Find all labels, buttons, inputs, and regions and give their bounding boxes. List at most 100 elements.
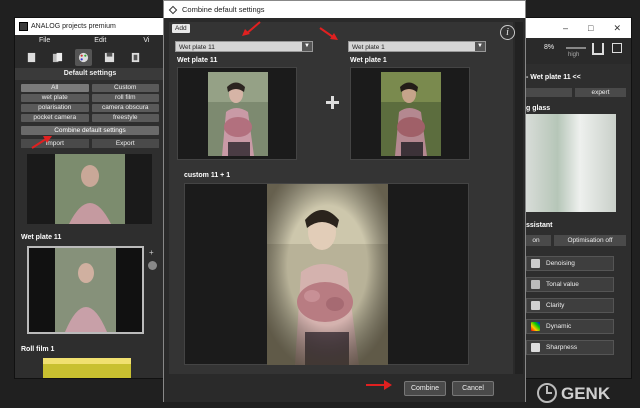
genk-watermark-logo: GENK	[537, 383, 611, 403]
denoising-button[interactable]: Denoising	[526, 256, 614, 271]
optimisation-off-button[interactable]: Optimisation off	[554, 235, 626, 246]
denoising-label: Denoising	[546, 260, 575, 267]
right-preset-dropdown[interactable]: Wet plate 1 ▼	[348, 41, 486, 52]
preset-custom[interactable]: Custom	[91, 84, 159, 92]
result-preview-photo	[267, 184, 388, 365]
sharpness-icon	[531, 343, 540, 352]
minimize-button[interactable]: –	[563, 23, 568, 33]
add-preset-icon[interactable]: +	[149, 248, 158, 257]
combined-result-preview	[184, 183, 469, 365]
dynamic-label: Dynamic	[546, 323, 572, 330]
left-preset-dropdown-value: Wet plate 11	[179, 44, 215, 51]
preset-thumbnail-roll-film-1[interactable]	[43, 358, 131, 378]
right-app-titlebar: – □ ✕	[516, 18, 631, 38]
right-preset-label: Wet plate 1	[350, 57, 387, 64]
export-button[interactable]: Export	[91, 139, 159, 148]
preset-freestyle[interactable]: freestyle	[91, 114, 159, 122]
chevron-down-icon: ▼	[475, 42, 485, 51]
preset-camera-obscura[interactable]: camera obscura	[91, 104, 159, 112]
clarity-button[interactable]: Clarity	[526, 298, 614, 313]
magnifying-glass-label: g glass	[526, 105, 551, 112]
quality-label: high	[568, 52, 580, 58]
maximize-button[interactable]: □	[588, 23, 593, 33]
preset-roll-film[interactable]: roll film	[91, 94, 159, 102]
preset-polarisation[interactable]: polarisation	[21, 104, 89, 112]
left-preview-photo	[208, 72, 268, 156]
menu-file[interactable]: File	[39, 37, 50, 44]
left-preset-label: Wet plate 11	[177, 57, 218, 64]
thumb-label-wet-plate-11: Wet plate 11	[21, 234, 62, 241]
right-preset-dropdown-value: Wet plate 1	[352, 44, 385, 51]
preset-filter-grid: All Custom wet plate roll film polarisat…	[15, 80, 165, 124]
preset-pocket-camera[interactable]: pocket camera	[21, 114, 89, 122]
clarity-icon	[531, 301, 540, 310]
annotation-arrow-left-dropdown	[242, 21, 261, 36]
annotation-arrow-right-dropdown	[319, 27, 338, 40]
plus-icon	[326, 96, 339, 109]
clarity-label: Clarity	[546, 302, 565, 309]
tonal-value-icon	[531, 280, 540, 289]
combine-button[interactable]: Combine	[404, 381, 446, 396]
left-app-window: ANALOG projects premium File Edit Vi Def…	[14, 17, 166, 379]
preset-all[interactable]: All	[21, 84, 89, 92]
left-preset-preview	[177, 67, 297, 160]
tab-expert[interactable]: expert	[575, 88, 626, 97]
dialog-app-icon	[168, 5, 178, 14]
denoising-icon	[531, 259, 540, 268]
pages-icon[interactable]	[49, 49, 66, 66]
zoom-value: 8%	[544, 44, 555, 51]
close-button[interactable]: ✕	[613, 23, 621, 34]
right-preview-photo	[381, 72, 441, 156]
menu-edit[interactable]: Edit	[94, 37, 106, 44]
dynamic-button[interactable]: Dynamic	[526, 319, 614, 334]
palette-icon[interactable]	[75, 48, 92, 66]
zoom-slider[interactable]	[566, 47, 586, 49]
save-icon[interactable]	[101, 49, 118, 66]
assistant-controls: on Optimisation off	[521, 235, 626, 246]
result-preset-label: custom 11 + 1	[184, 172, 231, 179]
right-tabs: expert	[521, 88, 626, 97]
preset-wet-plate[interactable]: wet plate	[21, 94, 89, 102]
dialog-body: Add Wet plate 11 ▼ Wet plate 1 ▼ Wet pla…	[169, 22, 513, 374]
sharpness-button[interactable]: Sharpness	[526, 340, 614, 355]
tab-basic[interactable]	[521, 88, 572, 97]
right-app-window: – □ ✕ 8% high - Wet plate 11 << expert g…	[515, 17, 632, 379]
menu-view[interactable]: Vi	[143, 37, 149, 44]
magnifier-preview	[526, 114, 616, 212]
left-app-titlebar: ANALOG projects premium	[15, 18, 165, 35]
cancel-button[interactable]: Cancel	[452, 381, 494, 396]
dialog-titlebar: Combine default settings	[164, 1, 525, 18]
sharpness-label: Sharpness	[546, 344, 578, 351]
right-toolbar: 8% high	[516, 38, 631, 64]
dialog-footer: Combine Cancel	[164, 375, 525, 402]
left-preset-dropdown[interactable]: Wet plate 11 ▼	[175, 41, 313, 52]
annotation-arrow-combine-button	[366, 380, 392, 390]
dynamic-icon	[531, 322, 540, 331]
left-toolbar	[15, 46, 165, 68]
right-preset-preview	[350, 67, 470, 160]
thumb-label-roll-film-1: Roll film 1	[21, 346, 55, 353]
dialog-scrollbar[interactable]	[515, 22, 523, 374]
film-icon[interactable]	[127, 49, 144, 66]
assistant-label: ssistant	[526, 222, 553, 229]
page-icon[interactable]	[23, 49, 40, 66]
app-logo-icon	[19, 22, 28, 31]
add-button[interactable]: Add	[172, 24, 190, 33]
info-icon[interactable]: i	[500, 25, 515, 40]
right-panel-title: - Wet plate 11 <<	[526, 74, 581, 81]
watermark-text: GENK	[561, 384, 611, 403]
dialog-title: Combine default settings	[182, 5, 265, 14]
preset-thumbnail-wet-plate-11[interactable]	[27, 246, 144, 334]
annotation-arrow-combine-default	[31, 136, 52, 149]
default-settings-title: Default settings	[15, 68, 165, 80]
export-icon[interactable]	[592, 43, 604, 55]
left-app-title: ANALOG projects premium	[31, 23, 116, 30]
settings-dial-icon[interactable]	[148, 261, 157, 270]
tonal-value-button[interactable]: Tonal value	[526, 277, 614, 292]
tonal-value-label: Tonal value	[546, 281, 579, 288]
combine-dialog: Combine default settings Add Wet plate 1…	[163, 0, 526, 402]
left-menubar: File Edit Vi	[15, 35, 165, 46]
preset-thumbnail-top[interactable]	[27, 154, 152, 224]
chevron-down-icon: ▼	[302, 42, 312, 51]
crop-icon[interactable]	[612, 43, 622, 53]
